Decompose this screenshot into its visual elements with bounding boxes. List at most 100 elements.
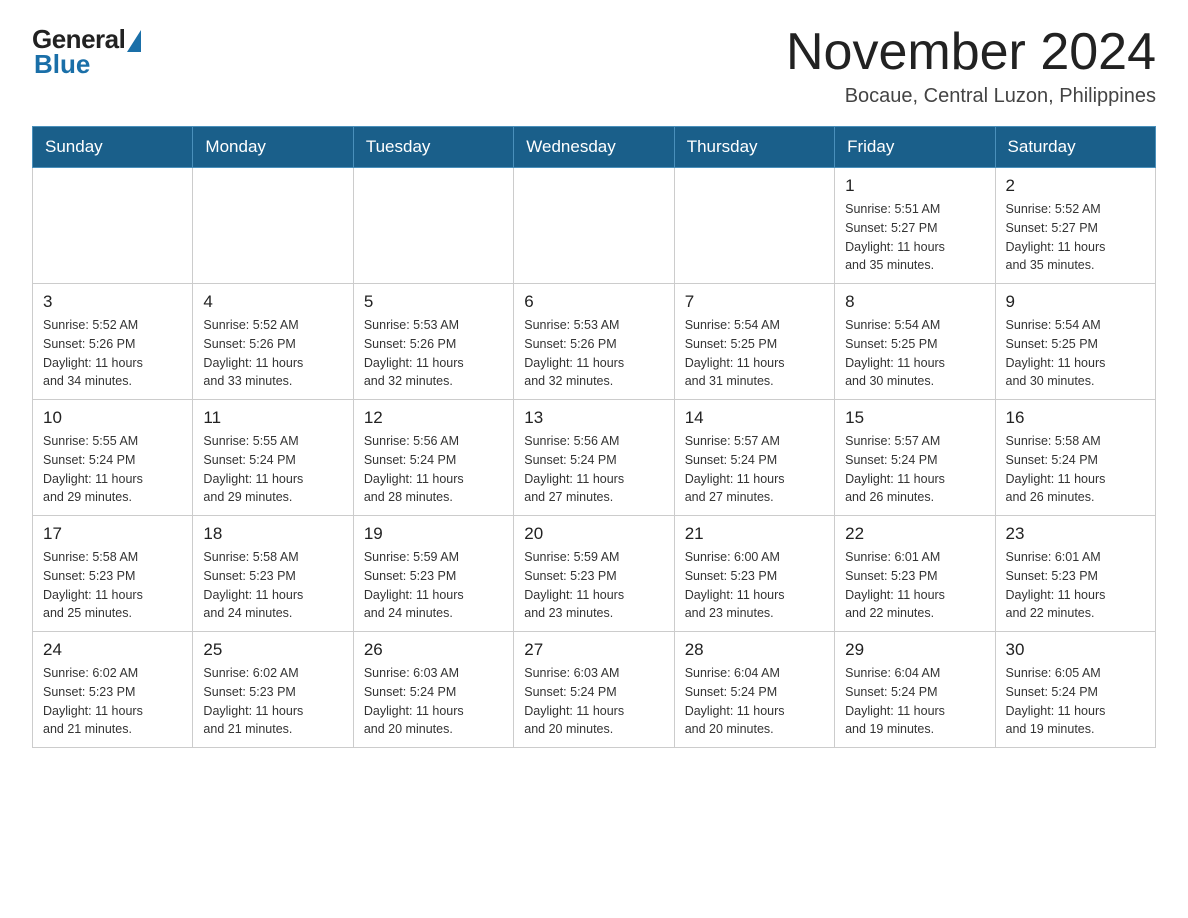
day-info: Sunrise: 5:59 AMSunset: 5:23 PMDaylight:…	[524, 548, 663, 623]
day-number: 10	[43, 408, 182, 428]
logo: General Blue	[32, 24, 141, 80]
calendar-cell: 27 Sunrise: 6:03 AMSunset: 5:24 PMDayligh…	[514, 632, 674, 748]
week-row-3: 10 Sunrise: 5:55 AMSunset: 5:24 PMDayligh…	[33, 400, 1156, 516]
day-info: Sunrise: 6:01 AMSunset: 5:23 PMDaylight:…	[845, 548, 984, 623]
day-info: Sunrise: 5:56 AMSunset: 5:24 PMDaylight:…	[364, 432, 503, 507]
day-info: Sunrise: 5:58 AMSunset: 5:24 PMDaylight:…	[1006, 432, 1145, 507]
day-number: 20	[524, 524, 663, 544]
day-info: Sunrise: 6:02 AMSunset: 5:23 PMDaylight:…	[43, 664, 182, 739]
day-info: Sunrise: 5:52 AMSunset: 5:26 PMDaylight:…	[43, 316, 182, 391]
day-number: 12	[364, 408, 503, 428]
calendar-cell: 16 Sunrise: 5:58 AMSunset: 5:24 PMDayligh…	[995, 400, 1155, 516]
day-number: 11	[203, 408, 342, 428]
day-info: Sunrise: 6:03 AMSunset: 5:24 PMDaylight:…	[364, 664, 503, 739]
day-info: Sunrise: 5:55 AMSunset: 5:24 PMDaylight:…	[203, 432, 342, 507]
calendar-cell: 14 Sunrise: 5:57 AMSunset: 5:24 PMDayligh…	[674, 400, 834, 516]
header-monday: Monday	[193, 127, 353, 168]
calendar-cell: 22 Sunrise: 6:01 AMSunset: 5:23 PMDayligh…	[835, 516, 995, 632]
calendar-cell: 23 Sunrise: 6:01 AMSunset: 5:23 PMDayligh…	[995, 516, 1155, 632]
logo-triangle-icon	[127, 30, 141, 52]
calendar-cell	[353, 168, 513, 284]
day-number: 21	[685, 524, 824, 544]
page-header: General Blue November 2024 Bocaue, Centr…	[32, 24, 1156, 108]
day-number: 3	[43, 292, 182, 312]
calendar-cell	[514, 168, 674, 284]
week-row-4: 17 Sunrise: 5:58 AMSunset: 5:23 PMDayligh…	[33, 516, 1156, 632]
calendar-cell: 6 Sunrise: 5:53 AMSunset: 5:26 PMDaylight…	[514, 284, 674, 400]
header-thursday: Thursday	[674, 127, 834, 168]
day-info: Sunrise: 6:05 AMSunset: 5:24 PMDaylight:…	[1006, 664, 1145, 739]
day-number: 27	[524, 640, 663, 660]
day-number: 24	[43, 640, 182, 660]
calendar-cell	[33, 168, 193, 284]
calendar-cell: 13 Sunrise: 5:56 AMSunset: 5:24 PMDayligh…	[514, 400, 674, 516]
calendar-cell: 1 Sunrise: 5:51 AMSunset: 5:27 PMDaylight…	[835, 168, 995, 284]
day-number: 5	[364, 292, 503, 312]
calendar-cell: 17 Sunrise: 5:58 AMSunset: 5:23 PMDayligh…	[33, 516, 193, 632]
day-info: Sunrise: 5:57 AMSunset: 5:24 PMDaylight:…	[685, 432, 824, 507]
week-row-1: 1 Sunrise: 5:51 AMSunset: 5:27 PMDaylight…	[33, 168, 1156, 284]
week-row-5: 24 Sunrise: 6:02 AMSunset: 5:23 PMDayligh…	[33, 632, 1156, 748]
day-number: 2	[1006, 176, 1145, 196]
header-friday: Friday	[835, 127, 995, 168]
calendar-cell: 19Sunrise: 5:59 AMSunset: 5:23 PMDayligh…	[353, 516, 513, 632]
day-number: 9	[1006, 292, 1145, 312]
day-info: Sunrise: 5:56 AMSunset: 5:24 PMDaylight:…	[524, 432, 663, 507]
day-number: 8	[845, 292, 984, 312]
day-info: Sunrise: 6:01 AMSunset: 5:23 PMDaylight:…	[1006, 548, 1145, 623]
day-info: Sunrise: 5:54 AMSunset: 5:25 PMDaylight:…	[845, 316, 984, 391]
header-tuesday: Tuesday	[353, 127, 513, 168]
day-number: 22	[845, 524, 984, 544]
header-saturday: Saturday	[995, 127, 1155, 168]
day-info: Sunrise: 5:58 AMSunset: 5:23 PMDaylight:…	[43, 548, 182, 623]
day-info: Sunrise: 5:55 AMSunset: 5:24 PMDaylight:…	[43, 432, 182, 507]
calendar-cell: 12 Sunrise: 5:56 AMSunset: 5:24 PMDayligh…	[353, 400, 513, 516]
calendar-cell: 4Sunrise: 5:52 AMSunset: 5:26 PMDaylight…	[193, 284, 353, 400]
header-row: Sunday Monday Tuesday Wednesday Thursday…	[33, 127, 1156, 168]
calendar-cell: 11 Sunrise: 5:55 AMSunset: 5:24 PMDayligh…	[193, 400, 353, 516]
calendar-cell: 18 Sunrise: 5:58 AMSunset: 5:23 PMDayligh…	[193, 516, 353, 632]
day-number: 18	[203, 524, 342, 544]
calendar-cell: 26 Sunrise: 6:03 AMSunset: 5:24 PMDayligh…	[353, 632, 513, 748]
calendar-cell: 20 Sunrise: 5:59 AMSunset: 5:23 PMDayligh…	[514, 516, 674, 632]
day-number: 16	[1006, 408, 1145, 428]
day-number: 17	[43, 524, 182, 544]
header-sunday: Sunday	[33, 127, 193, 168]
day-number: 6	[524, 292, 663, 312]
calendar-table: Sunday Monday Tuesday Wednesday Thursday…	[32, 126, 1156, 748]
day-number: 29	[845, 640, 984, 660]
day-number: 1	[845, 176, 984, 196]
day-number: 13	[524, 408, 663, 428]
calendar-cell	[674, 168, 834, 284]
day-info: Sunrise: 5:58 AMSunset: 5:23 PMDaylight:…	[203, 548, 342, 623]
day-info: Sunrise: 5:51 AMSunset: 5:27 PMDaylight:…	[845, 200, 984, 275]
header-wednesday: Wednesday	[514, 127, 674, 168]
logo-blue-text: Blue	[34, 49, 90, 80]
calendar-body: 1 Sunrise: 5:51 AMSunset: 5:27 PMDaylight…	[33, 168, 1156, 748]
day-number: 15	[845, 408, 984, 428]
day-number: 14	[685, 408, 824, 428]
week-row-2: 3 Sunrise: 5:52 AMSunset: 5:26 PMDaylight…	[33, 284, 1156, 400]
calendar-cell: 10 Sunrise: 5:55 AMSunset: 5:24 PMDayligh…	[33, 400, 193, 516]
calendar-cell: 5Sunrise: 5:53 AMSunset: 5:26 PMDaylight…	[353, 284, 513, 400]
calendar-cell: 25Sunrise: 6:02 AMSunset: 5:23 PMDayligh…	[193, 632, 353, 748]
day-number: 26	[364, 640, 503, 660]
calendar-cell	[193, 168, 353, 284]
calendar-header: Sunday Monday Tuesday Wednesday Thursday…	[33, 127, 1156, 168]
month-title: November 2024	[786, 24, 1156, 81]
calendar-cell: 7Sunrise: 5:54 AMSunset: 5:25 PMDaylight…	[674, 284, 834, 400]
day-info: Sunrise: 6:02 AMSunset: 5:23 PMDaylight:…	[203, 664, 342, 739]
day-number: 23	[1006, 524, 1145, 544]
day-info: Sunrise: 6:00 AMSunset: 5:23 PMDaylight:…	[685, 548, 824, 623]
day-info: Sunrise: 5:52 AMSunset: 5:27 PMDaylight:…	[1006, 200, 1145, 275]
day-number: 28	[685, 640, 824, 660]
day-info: Sunrise: 5:53 AMSunset: 5:26 PMDaylight:…	[524, 316, 663, 391]
day-info: Sunrise: 5:54 AMSunset: 5:25 PMDaylight:…	[1006, 316, 1145, 391]
day-info: Sunrise: 6:03 AMSunset: 5:24 PMDaylight:…	[524, 664, 663, 739]
day-number: 4	[203, 292, 342, 312]
calendar-cell: 30 Sunrise: 6:05 AMSunset: 5:24 PMDayligh…	[995, 632, 1155, 748]
day-info: Sunrise: 5:57 AMSunset: 5:24 PMDaylight:…	[845, 432, 984, 507]
day-info: Sunrise: 5:59 AMSunset: 5:23 PMDaylight:…	[364, 548, 503, 623]
calendar-cell: 28Sunrise: 6:04 AMSunset: 5:24 PMDayligh…	[674, 632, 834, 748]
day-number: 30	[1006, 640, 1145, 660]
